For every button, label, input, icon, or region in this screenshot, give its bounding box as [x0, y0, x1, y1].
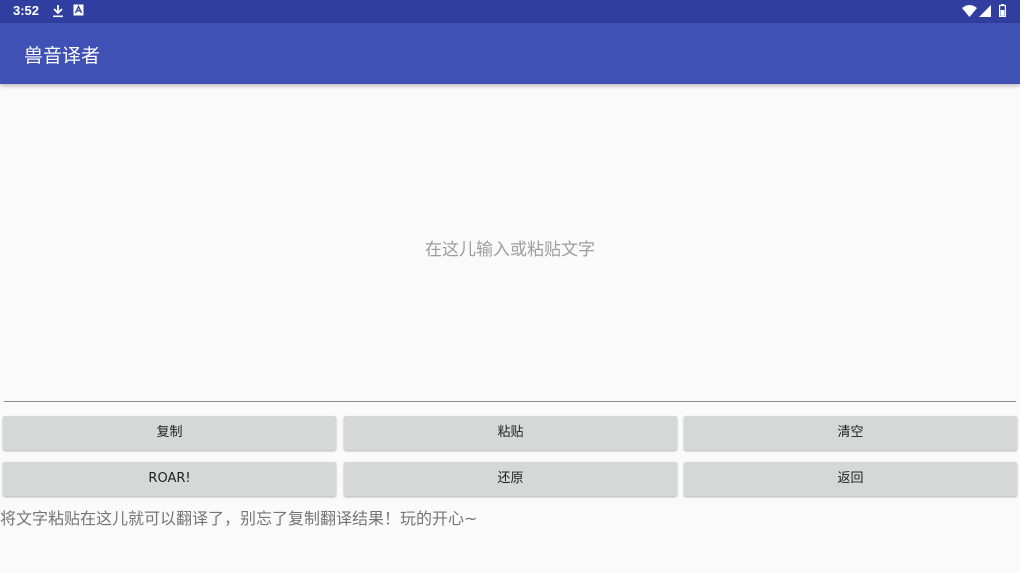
- hint-text: 将文字粘贴在这儿就可以翻译了，别忘了复制翻译结果！玩的开心~: [0, 509, 478, 528]
- app-title: 兽音译者: [24, 45, 101, 67]
- clear-button[interactable]: 清空: [684, 416, 1017, 450]
- input-placeholder: 在这儿输入或粘贴文字: [425, 240, 595, 260]
- status-bar: 3:52: [0, 0, 1020, 23]
- back-button[interactable]: 返回: [684, 462, 1017, 496]
- input-underline: [4, 401, 1016, 402]
- text-input[interactable]: 在这儿输入或粘贴文字: [0, 84, 1020, 404]
- wifi-icon: [962, 5, 977, 17]
- download-icon: [53, 5, 63, 18]
- roar-button[interactable]: ROAR!: [3, 462, 336, 496]
- paste-button[interactable]: 粘贴: [344, 416, 677, 450]
- copy-button[interactable]: 复制: [3, 416, 336, 450]
- battery-icon: [999, 4, 1006, 17]
- status-time: 3:52: [13, 3, 40, 18]
- app-notification-icon: [73, 4, 84, 16]
- restore-button[interactable]: 还原: [344, 462, 677, 496]
- app-bar: 兽音译者: [0, 23, 1020, 84]
- signal-icon: [979, 5, 991, 17]
